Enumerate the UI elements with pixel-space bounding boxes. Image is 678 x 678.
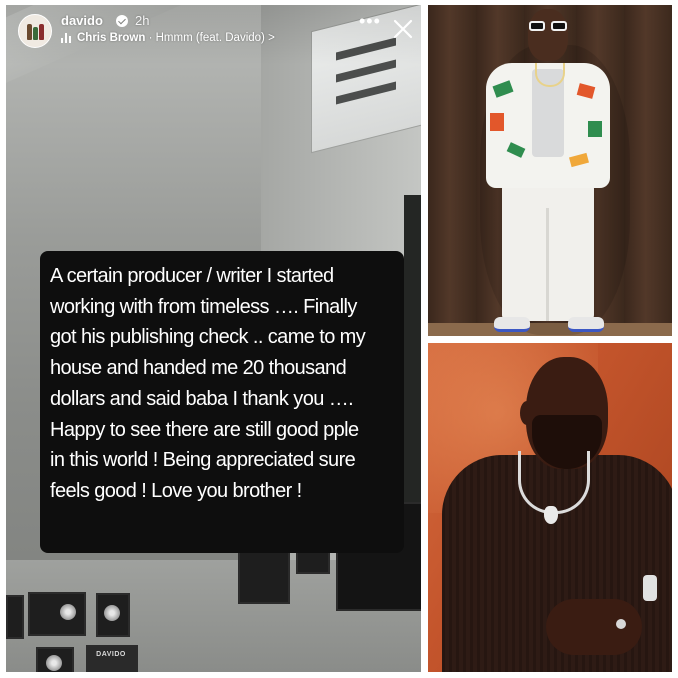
white-trousers (502, 183, 594, 321)
story-timestamp: 2h (135, 13, 150, 28)
caption-line: Happy to see there are still good pple (50, 418, 359, 441)
caption-line: in this world ! Being appreciated sure (50, 449, 356, 472)
wood-panel (624, 5, 672, 336)
caption-line: A certain producer / writer I started (50, 265, 334, 287)
caption-line: house and handed me 20 thousand (50, 357, 347, 380)
avatar-graphic (39, 24, 44, 40)
instagram-story: DAVIDO davido 2h Chris Brown · Hmmm (fea… (6, 5, 421, 672)
plaque-label: DAVIDO (96, 651, 126, 658)
caption-line: working with from timeless …. Finally (50, 295, 357, 318)
music-song: Hmmm (feat. Davido) (155, 32, 265, 44)
wall-frame (238, 550, 290, 604)
story-username[interactable]: davido (61, 13, 103, 28)
clasped-hands (546, 599, 642, 655)
more-options-icon[interactable]: ••• (359, 12, 381, 31)
chevron-right-icon: > (268, 32, 275, 44)
profile-avatar[interactable] (18, 14, 52, 48)
plaque-frame (96, 593, 130, 637)
wood-panel (428, 5, 477, 336)
wall-frame (6, 595, 24, 639)
photo-knit-sweater (428, 343, 672, 672)
music-bars-icon (61, 32, 73, 43)
close-icon[interactable] (392, 18, 414, 40)
silver-chain (518, 451, 590, 514)
sunglasses (528, 21, 568, 31)
pendant (544, 506, 558, 524)
caption-line: got his publishing check .. came to my (50, 326, 366, 349)
story-caption: A certain producer / writer I started wo… (40, 251, 404, 553)
person-head (528, 9, 568, 61)
plaque-frame (36, 647, 74, 672)
photo-white-outfit (428, 5, 672, 336)
caption-line: dollars and said baba I thank you …. (50, 387, 354, 410)
jacket-pattern (490, 113, 504, 131)
music-attribution[interactable]: Chris Brown · Hmmm (feat. Davido) > (61, 32, 275, 44)
verified-badge-icon (116, 15, 128, 27)
avatar-graphic (27, 24, 32, 40)
music-artist: Chris Brown (77, 32, 146, 44)
door-edge (404, 195, 421, 525)
music-separator: · (145, 32, 156, 44)
sneaker (568, 317, 604, 332)
plaque-frame (86, 645, 138, 672)
avatar-graphic (33, 27, 38, 40)
ring (616, 619, 626, 629)
sneaker (494, 317, 530, 332)
caption-line: feels good ! Love you brother ! (50, 479, 302, 502)
bracelet (643, 575, 657, 601)
wall-frame (296, 550, 330, 574)
jacket-pattern (588, 121, 602, 137)
wall-frame (28, 592, 86, 636)
